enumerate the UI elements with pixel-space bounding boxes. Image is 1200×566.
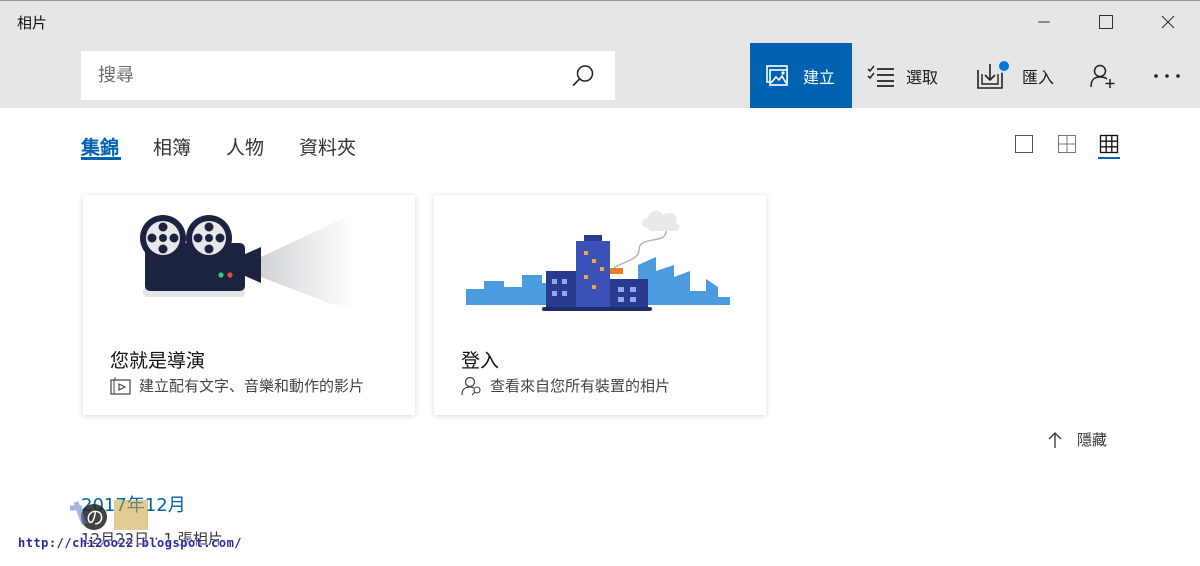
card-subtitle: 查看來自您所有裝置的相片 xyxy=(490,377,671,395)
close-icon xyxy=(1161,15,1175,29)
card-subtitle-row: 查看來自您所有裝置的相片 xyxy=(461,375,670,396)
film-projector-illustration xyxy=(140,213,355,313)
active-view-indicator xyxy=(1098,157,1120,159)
small-view-icon[interactable] xyxy=(1097,132,1121,156)
active-tab-indicator xyxy=(81,157,121,160)
title-bar: 相片 xyxy=(0,1,1200,43)
account-button[interactable] xyxy=(1090,43,1116,108)
video-project-icon xyxy=(110,376,131,395)
minimize-button[interactable] xyxy=(1013,1,1075,43)
card-subtitle-row: 建立配有文字、音樂和動作的影片 xyxy=(110,375,364,396)
photos-app-window: 相片 建立 xyxy=(0,0,1200,566)
card-title: 登入 xyxy=(461,350,500,372)
arrow-up-icon xyxy=(1048,431,1062,448)
watermark-url: http://chi2oo22.blogspot.com/ xyxy=(18,536,243,550)
search-icon[interactable] xyxy=(571,64,595,88)
search-input[interactable] xyxy=(81,51,561,100)
import-notification-badge xyxy=(997,59,1011,73)
minimize-icon xyxy=(1038,21,1050,23)
tab-albums[interactable]: 相簿 xyxy=(153,133,191,161)
command-bar: 建立 選取 匯入 xyxy=(0,43,1200,108)
import-label: 匯入 xyxy=(1022,67,1055,87)
svg-text:の: の xyxy=(86,508,104,529)
large-view-icon[interactable] xyxy=(1012,132,1036,156)
sign-in-person-icon xyxy=(461,376,481,395)
card-title: 您就是導演 xyxy=(110,350,206,372)
create-button[interactable]: 建立 xyxy=(750,43,852,108)
more-options-button[interactable] xyxy=(1153,43,1181,108)
hide-button[interactable]: 隱藏 xyxy=(1047,429,1107,450)
card-subtitle: 建立配有文字、音樂和動作的影片 xyxy=(139,377,365,395)
add-account-icon xyxy=(1090,64,1115,88)
select-checklist-icon xyxy=(867,65,894,87)
video-director-card[interactable]: 您就是導演 建立配有文字、音樂和動作的影片 xyxy=(83,195,415,415)
select-label: 選取 xyxy=(906,67,939,87)
close-button[interactable] xyxy=(1137,1,1199,43)
city-cloud-illustration xyxy=(466,210,730,311)
hide-label: 隱藏 xyxy=(1077,431,1108,449)
select-button[interactable]: 選取 xyxy=(866,43,938,108)
medium-view-icon[interactable] xyxy=(1055,132,1079,156)
sign-in-card[interactable]: 登入 查看來自您所有裝置的相片 xyxy=(434,195,766,415)
maximize-icon xyxy=(1099,15,1113,29)
maximize-button[interactable] xyxy=(1075,1,1137,43)
create-label: 建立 xyxy=(803,67,836,87)
tab-folders[interactable]: 資料夾 xyxy=(299,133,356,161)
tab-people[interactable]: 人物 xyxy=(226,133,264,161)
search-box xyxy=(81,51,615,100)
create-photo-icon xyxy=(766,64,788,86)
app-title: 相片 xyxy=(17,14,48,32)
import-button[interactable]: 匯入 xyxy=(976,43,1054,108)
more-ellipsis-icon xyxy=(1154,73,1180,78)
